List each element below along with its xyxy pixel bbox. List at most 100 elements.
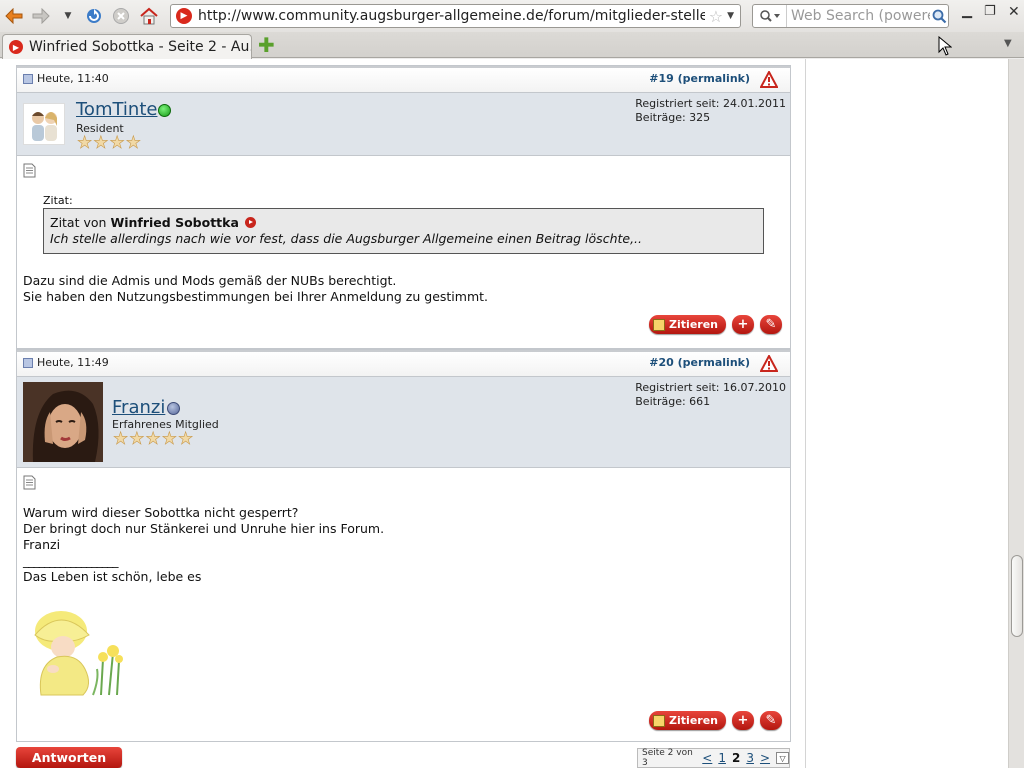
pager-label: Seite 2 von 3 (642, 748, 693, 768)
prev-page-link[interactable]: < (702, 751, 712, 765)
url-dropdown-icon[interactable]: ▼ (727, 11, 734, 21)
registered-since: Registriert seit: 16.07.2010 (635, 381, 786, 394)
username-link[interactable]: Franzi (112, 397, 165, 418)
post-document-icon (23, 475, 36, 490)
history-dropdown-icon[interactable]: ▼ (58, 6, 78, 26)
post-header: Heute, 11:40 #19 (permalink) (17, 66, 790, 92)
quote-button[interactable]: Zitieren (649, 711, 726, 730)
page-scrollbar[interactable] (1008, 59, 1024, 768)
view-quoted-post-icon[interactable] (244, 217, 256, 228)
mouse-cursor-icon (938, 36, 952, 56)
site-favicon-icon: ▶ (176, 8, 192, 24)
message-line: Der bringt doch nur Stänkerei und Unruhe… (23, 521, 385, 536)
current-page: 2 (731, 751, 741, 765)
pagination: Seite 2 von 3 < 1 2 3 > ▽ (637, 748, 790, 768)
post-date-icon (23, 357, 33, 368)
registered-since: Registriert seit: 24.01.2011 (635, 97, 786, 110)
online-status-icon (158, 104, 171, 117)
post-permalink[interactable]: #19 (permalink) (649, 72, 750, 85)
rank-stars: ★★★★★ (113, 429, 195, 450)
quote-prefix: Zitat von (50, 215, 107, 230)
post-date: Heute, 11:49 (23, 356, 109, 369)
offline-status-icon (167, 402, 180, 415)
scrollbar-thumb[interactable] (1011, 555, 1023, 637)
home-icon[interactable] (139, 6, 159, 26)
post-date-text: Heute, 11:49 (37, 356, 109, 369)
reply-button[interactable]: Antworten (16, 747, 122, 768)
message-line: Warum wird dieser Sobottka nicht gesperr… (23, 505, 299, 520)
web-search-box[interactable]: Web Search (powered (752, 4, 949, 28)
quote-block: Zitat von Winfried Sobottka Ich stelle a… (43, 208, 764, 254)
post-body: Warum wird dieser Sobottka nicht gesperr… (17, 468, 790, 741)
report-warning-icon[interactable] (760, 71, 778, 88)
user-info-panel: TomTinte Resident ★★★★ Registriert seit:… (17, 92, 790, 156)
forum-thread: Heute, 11:40 #19 (permalink) TomTinte Re… (0, 59, 806, 768)
quote-pencil-icon (653, 714, 666, 727)
quote-pencil-icon (653, 318, 666, 331)
reload-icon[interactable] (84, 6, 104, 26)
post-date-icon (23, 73, 33, 84)
post-date: Heute, 11:40 (23, 72, 109, 85)
quote-label: Zitat: (43, 194, 73, 207)
message-line: Sie haben den Nutzungsbestimmungen bei I… (23, 289, 488, 304)
edit-pencil-button[interactable]: ✎ (760, 315, 782, 334)
post-message: Warum wird dieser Sobottka nicht gesperr… (23, 505, 384, 585)
user-stats: Registriert seit: 16.07.2010 Beiträge: 6… (635, 381, 786, 409)
forum-post: Heute, 11:40 #19 (permalink) TomTinte Re… (16, 65, 791, 349)
user-info-panel: Franzi Erfahrenes Mitglied ★★★★★ Registr… (17, 376, 790, 468)
signature-image (23, 599, 131, 699)
post-permalink[interactable]: #20 (permalink) (649, 356, 750, 369)
quote-button-label: Zitieren (669, 713, 718, 727)
message-line: Dazu sind die Admis und Mods gemäß der N… (23, 273, 397, 288)
new-tab-plus-icon[interactable]: ✚ (258, 35, 275, 55)
post-count: Beiträge: 661 (635, 395, 711, 408)
tab-favicon-icon: ▶ (9, 40, 23, 54)
user-stats: Registriert seit: 24.01.2011 Beiträge: 3… (635, 97, 786, 125)
report-warning-icon[interactable] (760, 355, 778, 372)
signature-text: Das Leben ist schön, lebe es (23, 569, 202, 584)
back-arrow-icon[interactable] (4, 6, 24, 26)
quote-button-label: Zitieren (669, 317, 718, 331)
bookmark-star-icon[interactable]: ☆ (709, 7, 723, 26)
forum-post: Heute, 11:49 #20 (permalink) Franzi Erfa… (16, 349, 791, 742)
search-input[interactable]: Web Search (powered (787, 8, 930, 24)
quote-author: Winfried Sobottka (110, 215, 239, 230)
page-link-1[interactable]: 1 (718, 751, 726, 765)
list-all-tabs-icon[interactable]: ▼ (1004, 38, 1012, 49)
restore-icon[interactable]: ❐ (984, 4, 996, 19)
tab-title: Winfried Sobottka - Seite 2 - Au... (29, 39, 251, 55)
user-avatar[interactable] (23, 103, 65, 145)
address-bar[interactable]: ▶ http://www.community.augsburger-allgem… (170, 4, 741, 28)
post-message: Dazu sind die Admis und Mods gemäß der N… (23, 273, 488, 305)
stop-icon[interactable] (111, 6, 131, 26)
minimize-icon[interactable]: ▁ (962, 4, 972, 19)
url-text[interactable]: http://www.community.augsburger-allgemei… (198, 8, 705, 24)
multi-quote-plus-button[interactable]: + (732, 315, 754, 334)
signature-divider: __________________ (23, 553, 119, 568)
post-date-text: Heute, 11:40 (37, 72, 109, 85)
message-line: Franzi (23, 537, 61, 552)
multi-quote-plus-button[interactable]: + (732, 711, 754, 730)
close-icon[interactable]: ✕ (1008, 4, 1020, 20)
edit-pencil-button[interactable]: ✎ (760, 711, 782, 730)
next-page-link[interactable]: > (760, 751, 770, 765)
post-document-icon (23, 163, 36, 178)
quote-text: Ich stelle allerdings nach wie vor fest,… (50, 231, 642, 246)
search-engine-selector[interactable] (753, 5, 787, 27)
username-link[interactable]: TomTinte (76, 99, 157, 120)
post-actions: Zitieren + ✎ (649, 711, 782, 730)
page-viewport: Heute, 11:40 #19 (permalink) TomTinte Re… (0, 59, 1008, 768)
active-tab[interactable]: ▶ Winfried Sobottka - Seite 2 - Au... (2, 34, 252, 59)
browser-navbar: ▼ ▶ http://www.community.augsburger-allg… (0, 0, 1024, 32)
page-jump-dropdown-icon[interactable]: ▽ (776, 752, 789, 764)
user-avatar[interactable] (23, 382, 103, 462)
post-header: Heute, 11:49 #20 (permalink) (17, 350, 790, 376)
post-body: Zitat: Zitat von Winfried Sobottka Ich s… (17, 156, 790, 348)
rank-stars: ★★★★ (77, 133, 142, 154)
quote-button[interactable]: Zitieren (649, 315, 726, 334)
page-link-3[interactable]: 3 (746, 751, 754, 765)
search-magnifier-icon[interactable] (930, 9, 948, 24)
post-count: Beiträge: 325 (635, 111, 711, 124)
post-actions: Zitieren + ✎ (649, 315, 782, 334)
forward-arrow-icon[interactable] (31, 6, 51, 26)
